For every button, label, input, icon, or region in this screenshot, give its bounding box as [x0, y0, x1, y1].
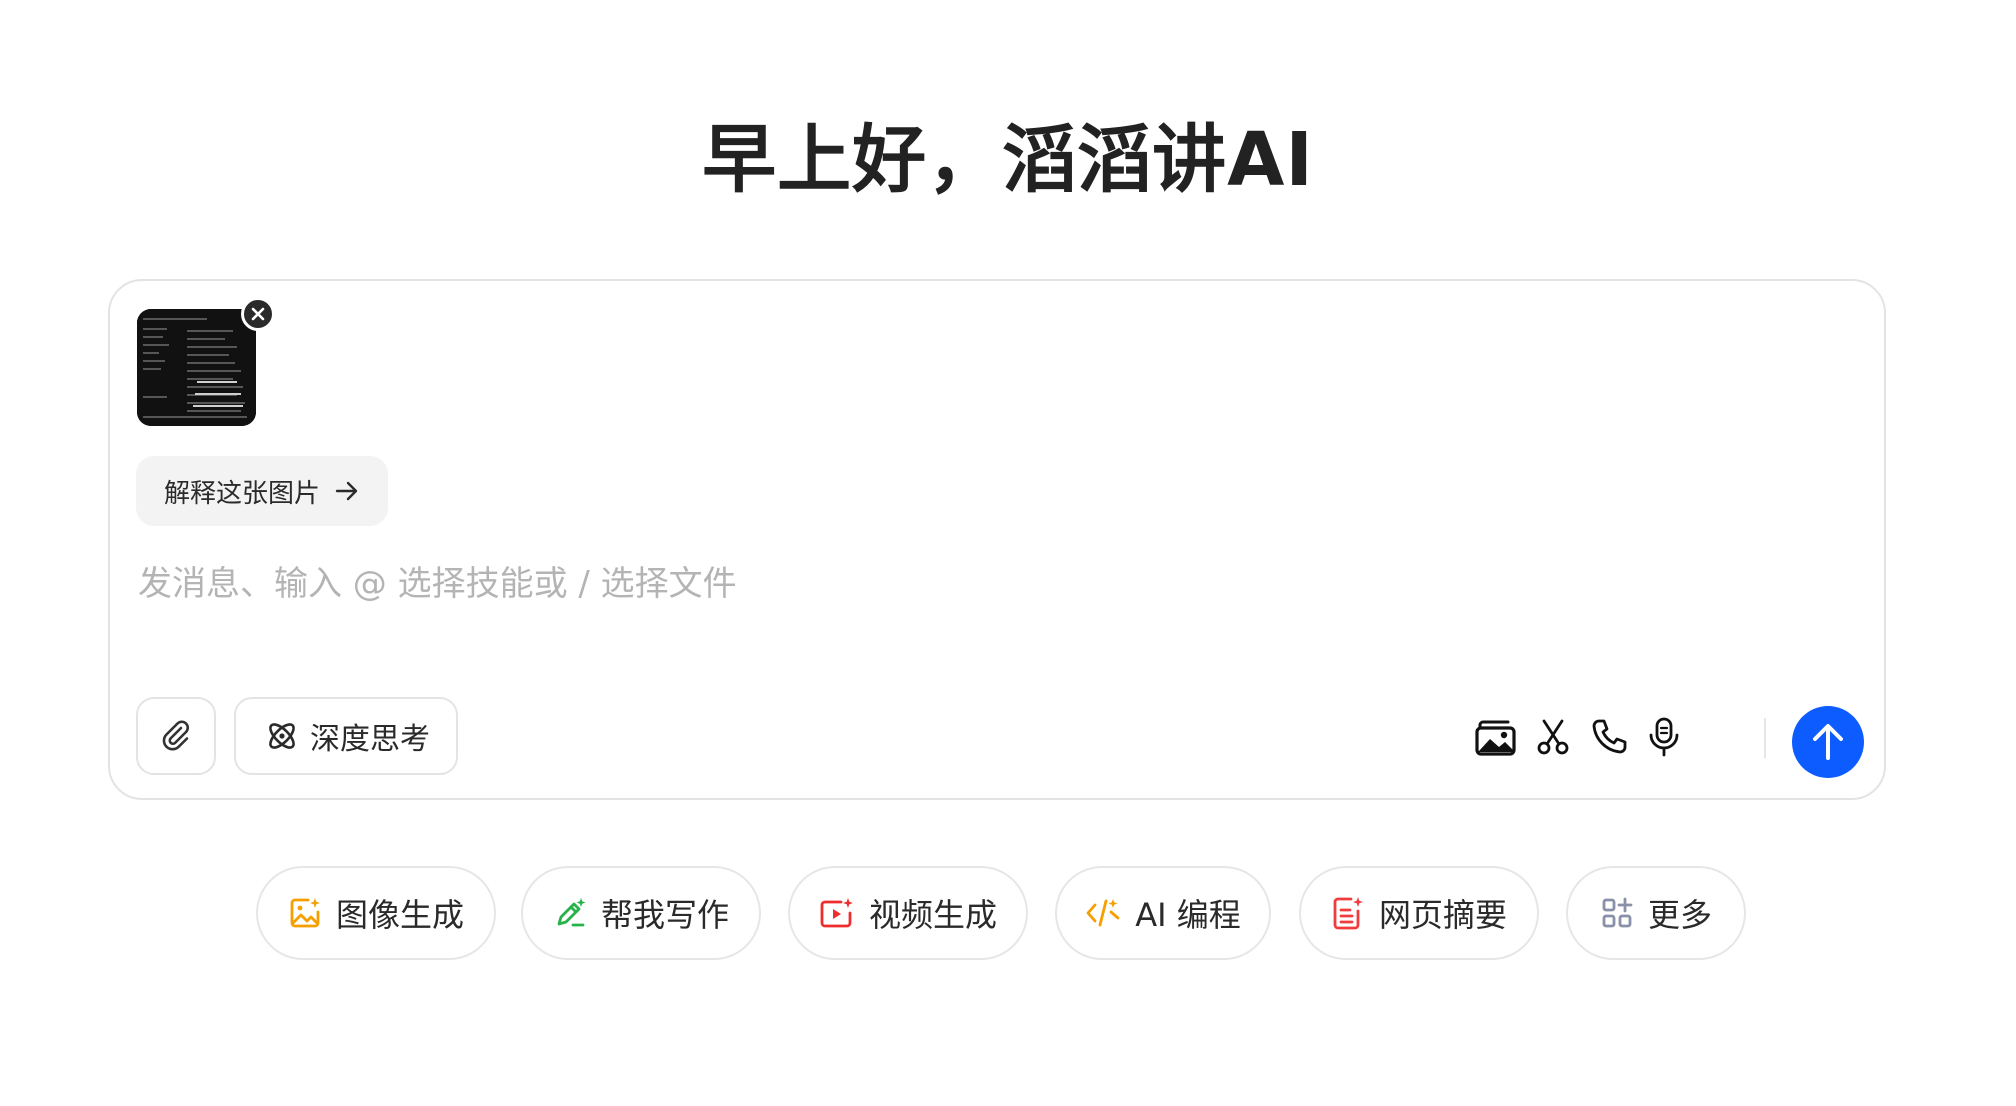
skill-label: AI 编程 [1135, 896, 1241, 934]
skill-web-summary[interactable]: 网页摘要 [1299, 866, 1539, 960]
skill-image-generation[interactable]: 图像生成 [256, 866, 496, 960]
close-icon [251, 307, 265, 321]
pen-icon [557, 898, 586, 927]
arrow-up-icon [1813, 724, 1843, 760]
phone-icon [1592, 719, 1627, 754]
attach-file-button[interactable] [136, 697, 216, 775]
explain-image-suggestion[interactable]: 解释这张图片 [136, 456, 389, 526]
skill-label: 网页摘要 [1378, 896, 1507, 934]
skill-more[interactable]: 更多 [1566, 866, 1746, 960]
skill-shortcuts: 图像生成 帮我写作 视频生成 AI 编程 网页摘要 更多 [0, 866, 2016, 960]
video-icon [820, 898, 853, 928]
deep-think-toggle[interactable]: 深度思考 [234, 697, 458, 775]
skill-label: 图像生成 [335, 896, 464, 934]
image-edit-icon [1475, 720, 1516, 756]
skill-writing[interactable]: 帮我写作 [521, 866, 761, 960]
greeting-title: 早上好，滔滔讲AI [702, 117, 1314, 203]
code-icon [1086, 899, 1120, 927]
apps-icon [1602, 897, 1633, 928]
document-icon [1333, 897, 1363, 930]
image-edit-button[interactable] [1471, 712, 1521, 762]
send-button[interactable] [1792, 706, 1864, 778]
toolbar-divider [1764, 718, 1766, 758]
voice-call-button[interactable] [1584, 712, 1634, 762]
attached-image[interactable] [137, 297, 275, 429]
deep-think-label: 深度思考 [310, 722, 430, 757]
microphone-icon [1649, 717, 1679, 757]
paperclip-icon [162, 720, 189, 751]
voice-input-button[interactable] [1639, 712, 1689, 762]
arrow-right-icon [335, 481, 358, 501]
message-input[interactable]: 发消息、输入 @ 选择技能或 / 选择文件 [138, 559, 737, 609]
skill-label: 更多 [1647, 896, 1712, 934]
skill-label: 视频生成 [868, 896, 997, 934]
remove-image-button[interactable] [241, 297, 275, 331]
skill-ai-coding[interactable]: AI 编程 [1055, 866, 1271, 960]
scissors-icon [1537, 719, 1569, 755]
skill-label: 帮我写作 [600, 896, 729, 934]
skill-video-generation[interactable]: 视频生成 [788, 866, 1028, 960]
image-gen-icon [290, 898, 320, 928]
suggestion-label: 解释这张图片 [164, 478, 321, 509]
screenshot-button[interactable] [1528, 712, 1578, 762]
atom-icon [269, 723, 295, 749]
image-thumbnail[interactable] [137, 309, 256, 426]
message-composer[interactable]: 解释这张图片 发消息、输入 @ 选择技能或 / 选择文件 深度思考 [108, 279, 1886, 800]
